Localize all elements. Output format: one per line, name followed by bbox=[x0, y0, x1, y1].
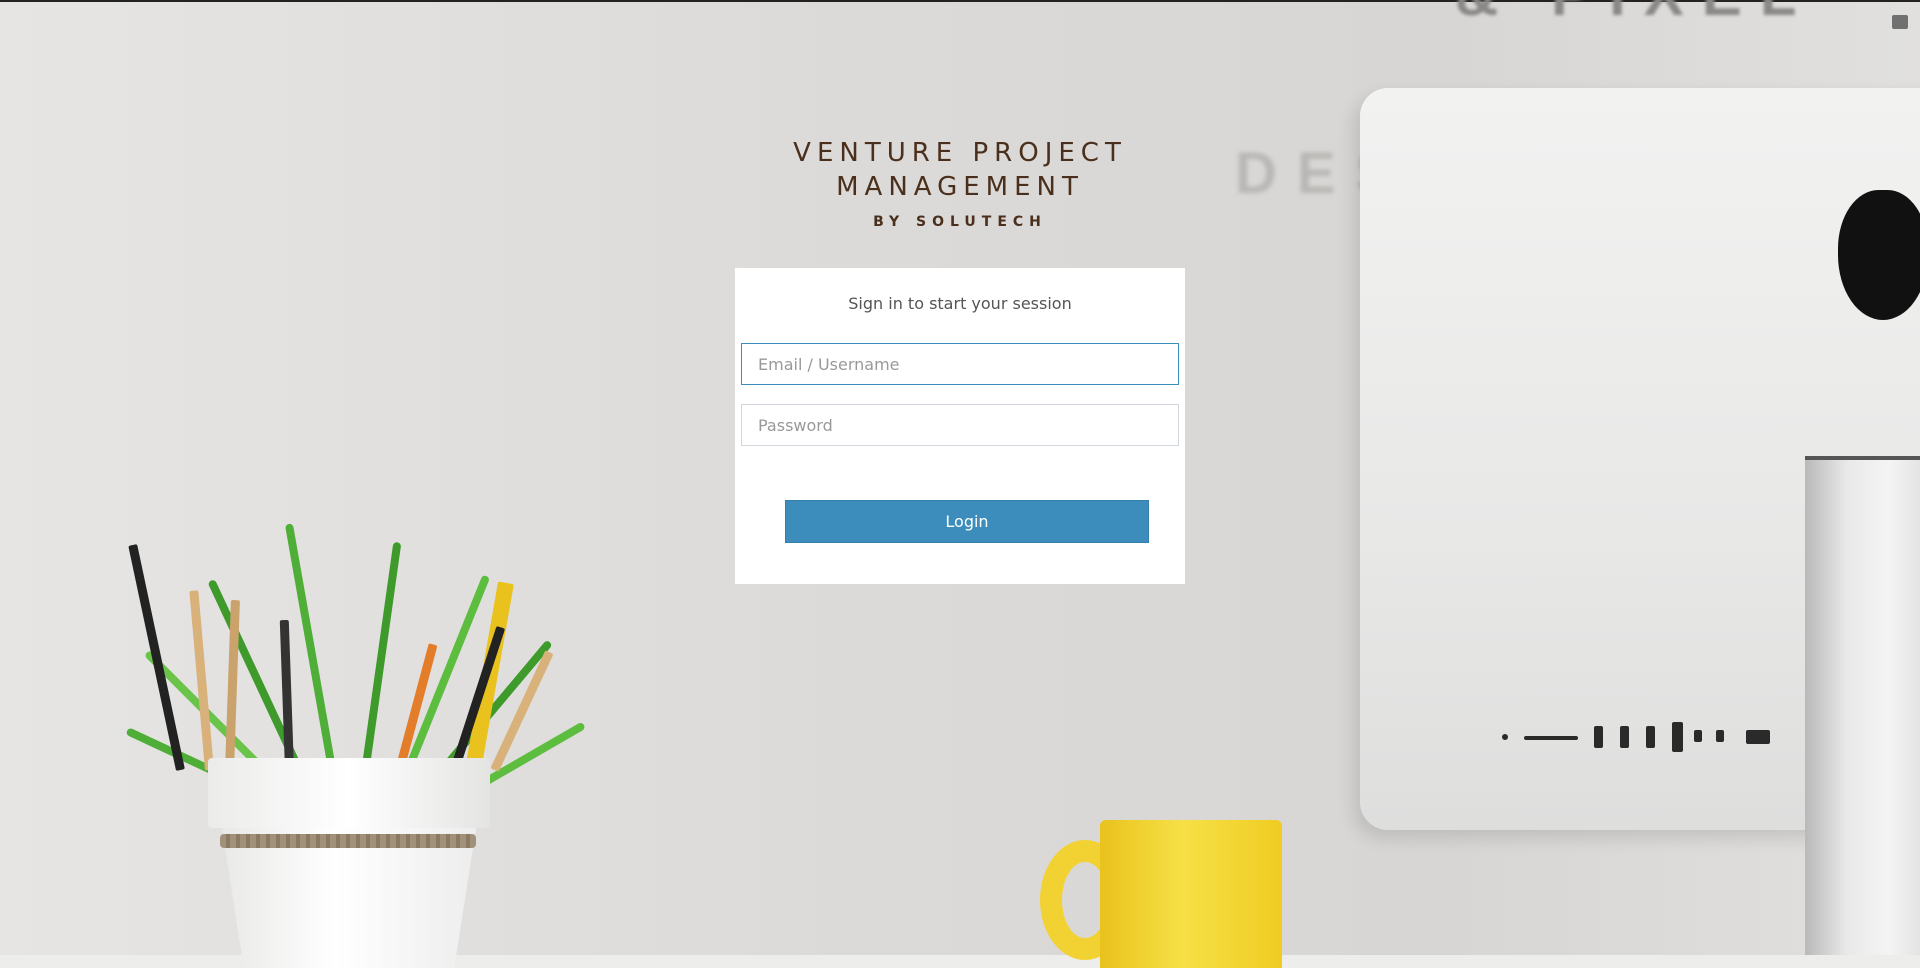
pot-twine bbox=[220, 834, 476, 848]
brand-title: VENTURE PROJECT MANAGEMENT bbox=[760, 136, 1160, 204]
email-username-input[interactable] bbox=[741, 343, 1179, 385]
brand-title-line2: MANAGEMENT bbox=[836, 172, 1084, 202]
brand-title-line1: VENTURE PROJECT bbox=[793, 138, 1127, 168]
brand-header: VENTURE PROJECT MANAGEMENT BY SOLUTECH bbox=[760, 136, 1160, 230]
monitor-stand bbox=[1805, 456, 1920, 968]
briefcase-icon bbox=[1892, 15, 1908, 29]
login-message: Sign in to start your session bbox=[848, 294, 1072, 313]
login-box: Sign in to start your session Login bbox=[735, 268, 1185, 584]
password-input[interactable] bbox=[741, 404, 1179, 446]
plant-pot-rim bbox=[208, 758, 490, 828]
monitor-ports bbox=[1502, 718, 1772, 752]
brand-subtitle: BY SOLUTECH bbox=[873, 214, 1047, 230]
wall-lettering-top: & PIXEL bbox=[1455, 0, 1814, 29]
login-button[interactable]: Login bbox=[785, 500, 1149, 543]
apple-logo-icon bbox=[1838, 190, 1920, 320]
yellow-mug bbox=[1100, 820, 1282, 968]
